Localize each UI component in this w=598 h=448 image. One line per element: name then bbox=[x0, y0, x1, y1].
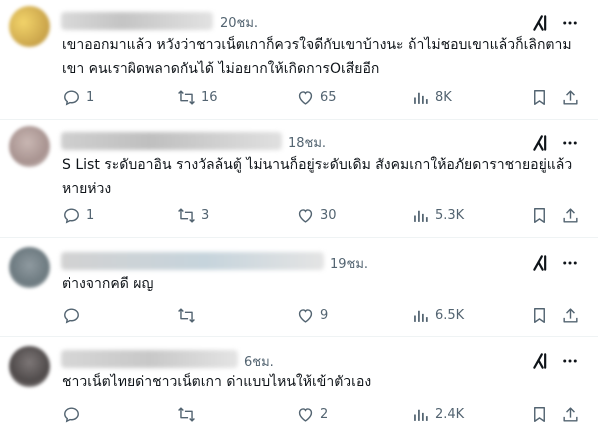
repost-button[interactable]: 16 bbox=[177, 88, 218, 107]
bookmark-icon bbox=[534, 208, 545, 223]
grok-icon[interactable] bbox=[531, 253, 551, 273]
bookmark-icon bbox=[534, 90, 545, 105]
avatar[interactable] bbox=[9, 6, 50, 47]
heart-icon bbox=[298, 408, 313, 422]
tweet[interactable]: 20ชม. เขาออกมาแล้ว หวังว่าชาวเน็ตเกาก็คว… bbox=[0, 0, 598, 120]
reply-button[interactable] bbox=[62, 306, 86, 325]
avatar[interactable] bbox=[9, 247, 50, 288]
view-count: 8K bbox=[435, 90, 452, 105]
more-icon[interactable] bbox=[561, 254, 579, 272]
reply-feed: 20ชม. เขาออกมาแล้ว หวังว่าชาวเน็ตเกาก็คว… bbox=[0, 0, 598, 448]
like-button[interactable]: 65 bbox=[296, 88, 337, 107]
repost-icon bbox=[178, 208, 195, 223]
reply-icon bbox=[64, 407, 79, 423]
bookmark-button[interactable] bbox=[530, 306, 549, 329]
views-icon bbox=[414, 310, 428, 322]
tweet-text: ชาวเน็ตไทยด่าชาวเน็ตเกา ด่าแบบไหนให้เข้า… bbox=[62, 374, 372, 390]
grok-icon[interactable] bbox=[531, 13, 551, 33]
avatar[interactable] bbox=[9, 346, 50, 387]
bookmark-icon bbox=[534, 308, 545, 323]
view-count: 6.5K bbox=[435, 308, 465, 323]
repost-count: 3 bbox=[201, 208, 210, 223]
repost-icon bbox=[178, 308, 195, 323]
like-button[interactable]: 2 bbox=[296, 405, 328, 424]
repost-button[interactable] bbox=[177, 405, 201, 424]
like-count: 30 bbox=[320, 208, 337, 223]
more-icon[interactable] bbox=[561, 134, 579, 152]
share-icon bbox=[563, 407, 578, 422]
tweet-text: ต่างจากคดี ผญ bbox=[62, 276, 154, 292]
views-button[interactable]: 8K bbox=[411, 88, 452, 107]
share-button[interactable] bbox=[561, 405, 580, 428]
share-icon bbox=[563, 208, 578, 223]
author-name[interactable] bbox=[61, 350, 238, 368]
author-name[interactable] bbox=[61, 12, 213, 30]
like-count: 65 bbox=[320, 90, 337, 105]
reply-button[interactable]: 1 bbox=[62, 206, 94, 225]
tweet-timestamp[interactable]: 18ชม. bbox=[288, 132, 326, 153]
author-name[interactable] bbox=[61, 252, 324, 270]
view-count: 2.4K bbox=[435, 407, 465, 422]
views-icon bbox=[414, 92, 428, 104]
avatar[interactable] bbox=[9, 126, 50, 167]
grok-icon[interactable] bbox=[531, 133, 551, 153]
share-button[interactable] bbox=[561, 206, 580, 229]
bookmark-button[interactable] bbox=[530, 405, 549, 428]
repost-button[interactable] bbox=[177, 306, 201, 325]
like-count: 9 bbox=[320, 308, 329, 323]
reply-count: 1 bbox=[86, 208, 95, 223]
tweet-timestamp[interactable]: 19ชม. bbox=[330, 253, 368, 274]
repost-button[interactable]: 3 bbox=[177, 206, 209, 225]
views-icon bbox=[414, 210, 428, 222]
view-count: 5.3K bbox=[435, 208, 465, 223]
reply-icon bbox=[64, 208, 79, 224]
reply-button[interactable] bbox=[62, 405, 86, 424]
share-icon bbox=[563, 308, 578, 323]
tweet[interactable]: 18ชม. S List ระดับอาอิน รางวัลล้นตู้ ไม่… bbox=[0, 120, 598, 238]
author-name[interactable] bbox=[61, 132, 282, 150]
like-count: 2 bbox=[320, 407, 329, 422]
heart-icon bbox=[298, 91, 313, 105]
views-icon bbox=[414, 409, 428, 421]
repost-count: 16 bbox=[201, 90, 218, 105]
views-button[interactable]: 5.3K bbox=[411, 206, 464, 225]
reply-count: 1 bbox=[86, 90, 95, 105]
tweet-timestamp[interactable]: 20ชม. bbox=[220, 12, 258, 33]
views-button[interactable]: 6.5K bbox=[411, 306, 464, 325]
repost-icon bbox=[178, 90, 195, 105]
tweet-text: เขาออกมาแล้ว หวังว่าชาวเน็ตเกาก็ควรใจดีก… bbox=[62, 37, 572, 77]
reply-icon bbox=[64, 308, 79, 324]
grok-icon[interactable] bbox=[531, 351, 551, 371]
bookmark-icon bbox=[534, 407, 545, 422]
more-icon[interactable] bbox=[561, 352, 579, 370]
like-button[interactable]: 30 bbox=[296, 206, 337, 225]
tweet[interactable]: 6ชม. ชาวเน็ตไทยด่าชาวเน็ตเกา ด่าแบบไหนให… bbox=[0, 337, 598, 448]
reply-icon bbox=[64, 90, 79, 106]
heart-icon bbox=[298, 309, 313, 323]
more-icon[interactable] bbox=[561, 14, 579, 32]
tweet-timestamp[interactable]: 6ชม. bbox=[244, 351, 274, 372]
repost-icon bbox=[178, 407, 195, 422]
reply-button[interactable]: 1 bbox=[62, 88, 94, 107]
tweet[interactable]: 19ชม. ต่างจากคดี ผญ 9 6.5K bbox=[0, 238, 598, 337]
bookmark-button[interactable] bbox=[530, 206, 549, 229]
bookmark-button[interactable] bbox=[530, 88, 549, 111]
share-icon bbox=[563, 90, 578, 105]
tweet-text: S List ระดับอาอิน รางวัลล้นตู้ ไม่นานก็อ… bbox=[62, 157, 573, 197]
share-button[interactable] bbox=[561, 88, 580, 111]
like-button[interactable]: 9 bbox=[296, 306, 328, 325]
views-button[interactable]: 2.4K bbox=[411, 405, 464, 424]
share-button[interactable] bbox=[561, 306, 580, 329]
heart-icon bbox=[298, 209, 313, 223]
